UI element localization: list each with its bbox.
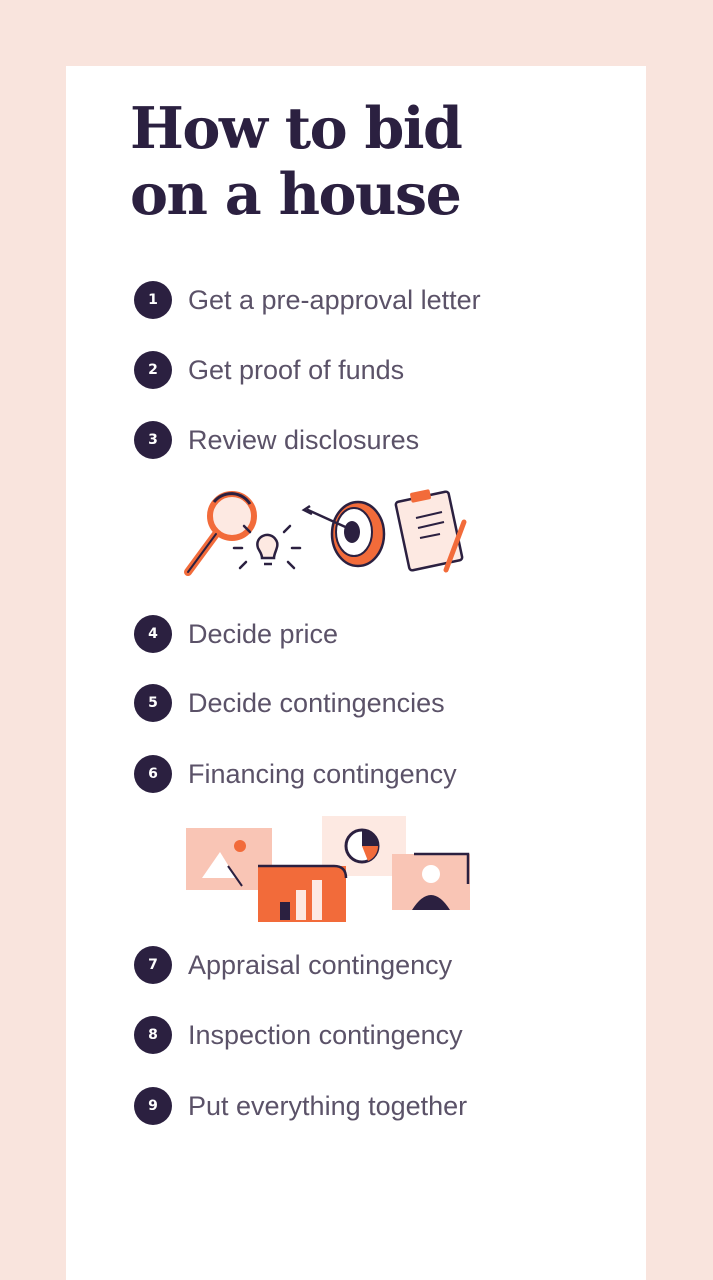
title-line-2: on a house bbox=[130, 161, 462, 228]
step-7: 7 Appraisal contingency bbox=[134, 945, 452, 985]
step-label: Review disclosures bbox=[188, 424, 420, 455]
step-2: 2 Get proof of funds bbox=[134, 350, 404, 390]
financing-illustration bbox=[186, 816, 470, 922]
magnifying-glass-icon bbox=[184, 491, 257, 576]
step-1: 1 Get a pre-approval letter bbox=[134, 280, 481, 320]
step-5: 5 Decide contingencies bbox=[134, 683, 445, 723]
step-6: 6 Financing contingency bbox=[134, 754, 457, 794]
step-number-badge: 4 bbox=[134, 615, 172, 653]
step-label: Put everything together bbox=[188, 1090, 468, 1121]
step-label: Financing contingency bbox=[188, 758, 457, 789]
step-label: Appraisal contingency bbox=[188, 949, 453, 980]
step-label: Get a pre-approval letter bbox=[188, 284, 481, 315]
step-number-badge: 7 bbox=[134, 946, 172, 984]
profile-card-icon bbox=[392, 852, 470, 910]
step-number-badge: 3 bbox=[134, 421, 172, 459]
content-card: How to bid on a house 1 Get a pre-approv… bbox=[66, 66, 646, 1280]
step-number-badge: 8 bbox=[134, 1016, 172, 1054]
step-label: Decide price bbox=[188, 618, 339, 649]
title-line-1: How to bid bbox=[130, 95, 463, 162]
step-number-badge: 2 bbox=[134, 351, 172, 389]
step-8: 8 Inspection contingency bbox=[134, 1015, 463, 1055]
step-number-badge: 9 bbox=[134, 1087, 172, 1125]
step-9: 9 Put everything together bbox=[134, 1086, 467, 1126]
step-label: Get proof of funds bbox=[188, 354, 405, 385]
step-label: Inspection contingency bbox=[188, 1019, 463, 1050]
clipboard-icon bbox=[394, 489, 467, 573]
research-illustration bbox=[184, 489, 467, 576]
step-3: 3 Review disclosures bbox=[134, 420, 419, 460]
target-icon bbox=[301, 500, 386, 568]
step-number-badge: 1 bbox=[134, 281, 172, 319]
page-title: How to bid on a house bbox=[130, 95, 463, 228]
bar-chart-card-icon bbox=[258, 864, 348, 922]
step-number-badge: 5 bbox=[134, 684, 172, 722]
step-label: Decide contingencies bbox=[188, 687, 445, 718]
step-number-badge: 6 bbox=[134, 755, 172, 793]
step-4: 4 Decide price bbox=[134, 614, 338, 654]
